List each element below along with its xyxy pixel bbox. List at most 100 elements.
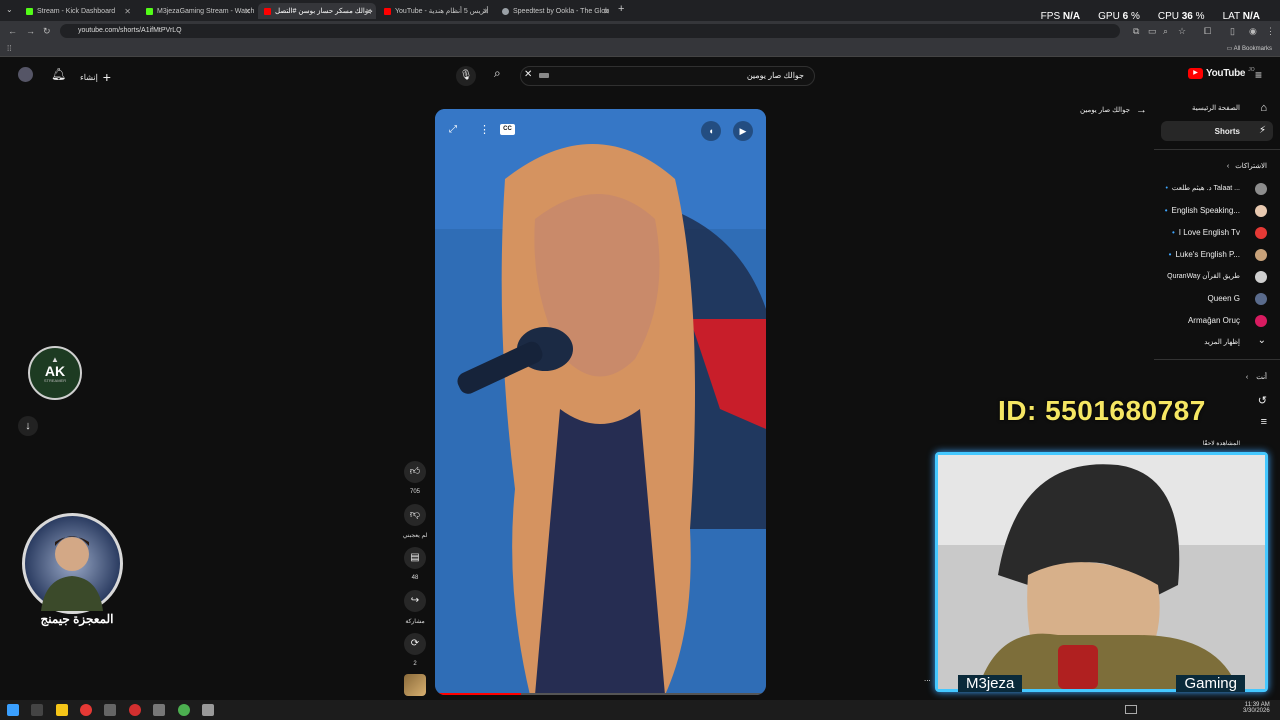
channel-avatar (1255, 315, 1267, 327)
share-icon: ↪ (410, 595, 420, 606)
close-icon[interactable]: ✕ (365, 7, 372, 16)
sidebar-item-channel[interactable]: • I Love English Tv (1172, 228, 1240, 237)
sidebar-item-channel[interactable]: QuranWay طريق القرآن (1167, 272, 1240, 280)
tab-kick-dashboard[interactable]: Stream - Kick Dashboard ✕ (20, 3, 135, 19)
clock[interactable]: 11:39 AM 3/30/2026 (1243, 702, 1270, 714)
sidebar-item-channel[interactable]: Queen G (1208, 294, 1240, 303)
tab-youtube[interactable]: YouTube - أثريس 5 أنظام هندية ✕ (378, 3, 493, 19)
gpu-percent: % (1130, 11, 1140, 22)
file-explorer-icon[interactable] (56, 704, 68, 716)
like-button[interactable]: 👍︎ (404, 461, 426, 483)
logo-text: AK (44, 363, 66, 379)
tab-youtube-short[interactable]: جوالك مسكر حساز بوسن #التصل ✕ (258, 3, 376, 19)
you-heading[interactable]: ‹ أنت (1246, 373, 1267, 381)
forward-icon[interactable]: → (26, 26, 35, 36)
remix-icon: ⟳ (410, 638, 420, 649)
obs-icon[interactable] (129, 704, 141, 716)
sidebar-item-home[interactable]: الصفحة الرئيسية (1192, 104, 1240, 112)
apps-icon[interactable]: ⁞⁞ (7, 44, 11, 53)
hamburger-menu-icon[interactable]: ≡ (1255, 68, 1262, 82)
progress-bar[interactable] (435, 693, 766, 695)
sidebar-item-watch-later[interactable]: المشاهدة لاحقًا (1203, 440, 1240, 447)
share-label: مشاركة (405, 619, 425, 625)
youtube-logo[interactable]: ▶ YouTube JO (1188, 67, 1255, 79)
task-view-icon[interactable] (31, 704, 43, 716)
close-icon[interactable]: ✕ (603, 7, 610, 16)
dislike-button[interactable]: 👎︎ (404, 504, 426, 526)
playlist-icon[interactable]: ≡ (1261, 416, 1267, 428)
sound-thumbnail[interactable] (404, 674, 426, 696)
gpu-value: 6 (1122, 11, 1129, 22)
start-icon[interactable] (7, 704, 19, 716)
tray-icon[interactable] (1125, 705, 1137, 714)
sidebar-item-shorts[interactable]: Shorts (1215, 127, 1240, 136)
progress-fill (435, 693, 522, 695)
tab-speedtest[interactable]: Speedtest by Ookla - The Glob ✕ (496, 3, 614, 19)
channel-avatar (1255, 227, 1267, 239)
notifications-bell-icon[interactable]: 🔔︎ (51, 67, 66, 81)
comment-count: 48 (411, 575, 419, 581)
cast-icon[interactable]: ▭ (1148, 26, 1157, 37)
new-content-dot: • (1168, 250, 1172, 259)
sidepanel-icon[interactable]: ▯ (1230, 26, 1235, 37)
tab-search-icon[interactable]: ⌄ (6, 5, 13, 14)
settings-icon[interactable] (153, 704, 165, 716)
zoom-icon[interactable]: ⌕ (1163, 26, 1168, 37)
tab-kick-stream[interactable]: M3jezaGaming Stream - Watch ✕ (140, 3, 255, 19)
divider (1154, 359, 1280, 360)
volume-icon[interactable]: ◖ (701, 121, 721, 141)
new-tab-button[interactable]: + (618, 3, 624, 15)
chevron-left-icon: ‹ (1245, 374, 1249, 381)
back-icon[interactable]: ← (8, 26, 17, 36)
shorts-video-player[interactable]: ⤢ ⋮ CC ◖ ▶ (435, 109, 766, 695)
close-icon[interactable]: ✕ (244, 7, 251, 16)
share-button[interactable]: ↪ (404, 590, 426, 612)
scroll-down-icon[interactable]: ↓ (18, 416, 38, 436)
channel-avatar (1255, 271, 1267, 283)
extensions-icon[interactable]: ⧠ (1204, 26, 1211, 37)
show-more-button[interactable]: إظهار المزيد (1204, 338, 1240, 346)
sidebar-item-channel[interactable]: • English Speaking... (1165, 206, 1240, 215)
sidebar-item-channel[interactable]: • د. هيثم طلعت Talaat ... (1165, 184, 1240, 192)
play-icon[interactable]: ▶ (733, 121, 753, 141)
remix-button[interactable]: ⟳ (404, 633, 426, 655)
tab-label: جوالك مسكر حساز بوسن #التصل (275, 8, 373, 15)
channel-name: Armağan Oruç (1187, 316, 1240, 325)
app-icon[interactable] (104, 704, 116, 716)
tab-label: Stream - Kick Dashboard (37, 7, 116, 15)
create-button[interactable]: إنشاء + (80, 69, 111, 85)
fullscreen-icon[interactable]: ⤢ (449, 124, 457, 135)
youtube-icon (264, 7, 271, 15)
sidebar-item-channel[interactable]: • Luke's English P... (1169, 250, 1240, 259)
url-input[interactable]: youtube.com/shorts/A1ifMtPVrLQ (60, 24, 1120, 38)
comments-button[interactable]: ▤ (404, 547, 426, 569)
keyboard-icon[interactable] (539, 73, 549, 78)
more-options-icon[interactable]: ⋮ (479, 123, 490, 136)
webcam-frame: M3jeza Gaming (935, 452, 1268, 692)
subscriptions-heading[interactable]: ‹ الاشتراكات (1227, 162, 1267, 170)
app-icon[interactable] (202, 704, 214, 716)
stream-id: ID: 5501680787 (998, 395, 1206, 426)
sidebar-item-channel[interactable]: Armağan Oruç (1188, 316, 1240, 325)
bookmark-star-icon[interactable]: ☆ (1178, 26, 1186, 37)
search-icon[interactable]: ⌕ (494, 66, 501, 81)
translate-icon[interactable]: ⧉ (1133, 26, 1139, 37)
back-to-search-link[interactable]: جوالك صار يومين → (1080, 104, 1147, 116)
browser-icon[interactable] (178, 704, 190, 716)
menu-icon[interactable]: ⋮ (1266, 26, 1275, 37)
history-icon[interactable]: ↺ (1258, 394, 1267, 407)
logo-subtext: STREAMER (43, 378, 67, 383)
chrome-icon[interactable] (80, 704, 92, 716)
all-bookmarks-link[interactable]: ▭ All Bookmarks (1227, 45, 1272, 52)
microphone-icon[interactable]: 🎙︎ (456, 66, 476, 86)
captions-icon[interactable]: CC (500, 124, 515, 135)
close-icon[interactable]: ✕ (482, 7, 489, 16)
avatar[interactable] (18, 67, 33, 82)
lat-label: LAT (1222, 11, 1240, 22)
clear-search-icon[interactable]: ✕ (524, 69, 532, 80)
you-label: أنت (1256, 374, 1267, 381)
close-icon[interactable]: ✕ (124, 7, 131, 16)
profile-icon[interactable]: ◉ (1249, 26, 1257, 37)
search-input[interactable]: جوالك صار يومين (520, 66, 815, 86)
reload-icon[interactable]: ↻ (43, 26, 51, 37)
